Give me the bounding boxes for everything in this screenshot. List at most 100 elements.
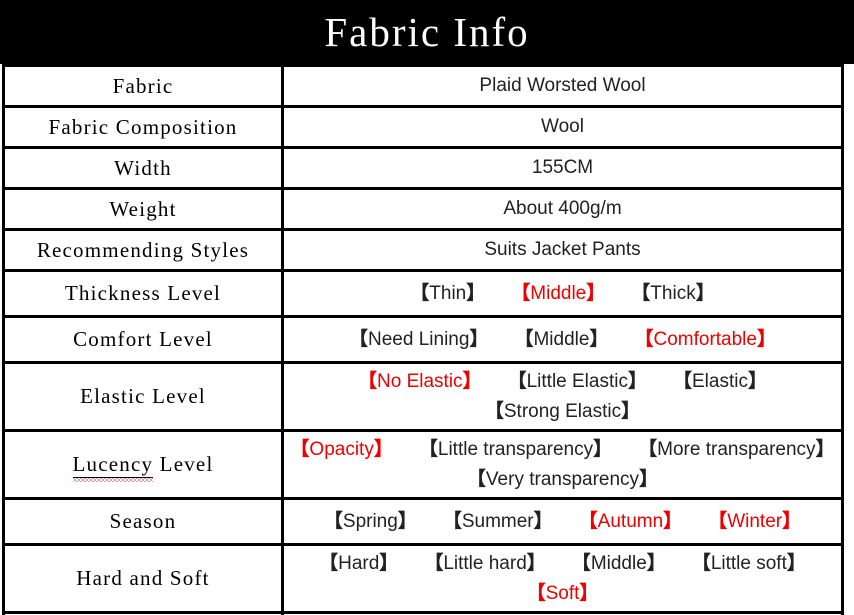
row-label-weight: Weight: [3, 188, 284, 230]
bracket-open-icon: 【: [290, 439, 310, 461]
option-label: Elastic: [692, 371, 748, 392]
option-spring[interactable]: 【Spring】: [324, 508, 417, 536]
bracket-close-icon: 】: [533, 510, 553, 532]
table-row: Recommending Styles Suits Jacket Pants: [3, 229, 843, 271]
bracket-open-icon: 【: [418, 439, 438, 461]
table-row: Fabric Plaid Worsted Wool: [3, 65, 843, 107]
row-label-text: Elastic Level: [80, 384, 206, 409]
bracket-open-icon: 【: [511, 282, 531, 304]
bracket-open-icon: 【: [571, 553, 591, 575]
option-label: Little Elastic: [526, 371, 628, 392]
option-comfortable-selected[interactable]: 【Comfortable】: [634, 326, 776, 354]
bracket-open-icon: 【: [691, 553, 711, 575]
fabric-info-card: Fabric Info Fabric Plaid Worsted Wool Fabr…: [0, 0, 854, 615]
option-thick[interactable]: 【Thick】: [631, 280, 714, 308]
row-label-text: Thickness Level: [64, 281, 222, 305]
option-little-hard[interactable]: 【Little hard】: [424, 550, 545, 578]
row-label-recommending-styles: Recommending Styles: [3, 229, 284, 271]
option-thin[interactable]: 【Thin】: [410, 280, 485, 308]
option-little-elastic[interactable]: 【Little Elastic】: [508, 368, 647, 396]
value-text: Wool: [541, 116, 584, 137]
table-row: Weight About 400g/m: [3, 188, 843, 230]
option-label: Very transparency: [485, 468, 640, 490]
bracket-close-icon: 】: [627, 371, 647, 392]
bracket-open-icon: 【: [349, 328, 369, 350]
row-label-text: Fabric: [112, 73, 174, 98]
option-soft-selected[interactable]: 【Soft】: [527, 580, 599, 608]
option-list: 【Opacity】 【Little transparency】 【More tran…: [288, 432, 837, 497]
fabric-info-table: Fabric Plaid Worsted Wool Fabric Compositi…: [2, 64, 844, 615]
option-elastic[interactable]: 【Elastic】: [673, 368, 767, 396]
row-label-lucency-level: Lucency Level: [3, 430, 284, 499]
option-list: 【Thin】 【Middle】 【Thick】: [288, 276, 837, 312]
title-bar: Fabric Info: [0, 0, 854, 64]
bracket-close-icon: 】: [373, 439, 393, 461]
bracket-close-icon: 】: [586, 282, 606, 304]
option-no-elastic-selected[interactable]: 【No Elastic】: [358, 368, 482, 396]
row-value-elastic-level: 【No Elastic】 【Little Elastic】 【Elastic】 【St…: [283, 363, 843, 431]
row-label-fabric: Fabric: [3, 65, 284, 107]
bracket-open-icon: 【: [672, 371, 692, 392]
option-label: Thin: [429, 282, 467, 304]
option-list: 【No Elastic】 【Little Elastic】 【Elastic】 【St…: [288, 364, 837, 429]
option-hard[interactable]: 【Hard】: [319, 550, 398, 578]
option-middle[interactable]: 【Middle】: [572, 550, 666, 578]
option-more-transparency[interactable]: 【More transparency】: [638, 436, 834, 464]
option-label: Opacity: [309, 439, 374, 461]
row-label-thickness-level: Thickness Level: [3, 270, 284, 317]
row-label-season: Season: [3, 498, 284, 545]
option-label: No Elastic: [377, 371, 463, 392]
row-value-fabric: Plaid Worsted Wool: [283, 66, 843, 107]
row-value-width: 155CM: [283, 148, 843, 189]
option-opacity-selected[interactable]: 【Opacity】: [290, 436, 392, 464]
bracket-close-icon: 】: [579, 582, 599, 604]
row-label-text: Level: [153, 452, 214, 477]
option-label: Little hard: [443, 553, 527, 575]
option-middle[interactable]: 【Middle】: [514, 326, 608, 354]
bracket-open-icon: 【: [424, 553, 444, 575]
spellcheck-underlined-word: Lucency: [72, 452, 154, 479]
table-row: Comfort Level 【Need Lining】 【Middle】 【Comfo…: [3, 316, 843, 363]
option-label: Middle: [533, 328, 590, 350]
row-value-thickness-level: 【Thin】 【Middle】 【Thick】: [283, 271, 843, 317]
option-summer[interactable]: 【Summer】: [443, 508, 553, 536]
table-row: Elastic Level 【No Elastic】 【Little Elastic…: [3, 362, 843, 431]
option-label: Spring: [342, 510, 398, 532]
bracket-close-icon: 】: [815, 439, 835, 461]
bracket-close-icon: 】: [639, 468, 659, 490]
bracket-close-icon: 】: [379, 553, 399, 575]
bracket-open-icon: 【: [466, 468, 486, 490]
option-label: Soft: [545, 582, 580, 604]
row-value-hard-and-soft: 【Hard】 【Little hard】 【Middle】 【Little soft】…: [283, 545, 843, 613]
option-label: Strong Elastic: [503, 400, 622, 422]
bracket-open-icon: 【: [410, 282, 430, 304]
option-little-transparency[interactable]: 【Little transparency】: [419, 436, 612, 464]
option-little-soft[interactable]: 【Little soft】: [692, 550, 806, 578]
option-need-lining[interactable]: 【Need Lining】: [349, 326, 488, 354]
row-value-weight: About 400g/m: [283, 189, 843, 230]
bracket-open-icon: 【: [507, 371, 527, 392]
option-label: Little soft: [710, 553, 787, 575]
option-label: Little transparency: [437, 439, 594, 461]
option-autumn-selected[interactable]: 【Autumn】: [579, 508, 683, 536]
value-text: About 400g/m: [503, 198, 622, 219]
bracket-close-icon: 】: [589, 328, 609, 350]
option-middle-selected[interactable]: 【Middle】: [511, 280, 605, 308]
option-winter-selected[interactable]: 【Winter】: [708, 508, 801, 536]
bracket-open-icon: 【: [631, 282, 651, 304]
option-list: 【Spring】 【Summer】 【Autumn】 【Winter】: [288, 504, 837, 540]
bracket-close-icon: 】: [469, 328, 489, 350]
bracket-close-icon: 】: [747, 371, 767, 392]
option-label: Middle: [590, 553, 647, 575]
bracket-open-icon: 【: [442, 510, 462, 532]
row-value-comfort-level: 【Need Lining】 【Middle】 【Comfortable】: [283, 317, 843, 363]
option-very-transparency[interactable]: 【Very transparency】: [467, 466, 658, 494]
row-label-fabric-composition: Fabric Composition: [3, 106, 284, 148]
option-strong-elastic[interactable]: 【Strong Elastic】: [485, 398, 640, 426]
option-label: Hard: [338, 553, 380, 575]
option-label: Autumn: [597, 510, 664, 532]
bracket-close-icon: 】: [646, 553, 666, 575]
bracket-open-icon: 【: [323, 510, 343, 532]
bracket-close-icon: 】: [621, 400, 641, 422]
option-label: Winter: [727, 510, 783, 532]
